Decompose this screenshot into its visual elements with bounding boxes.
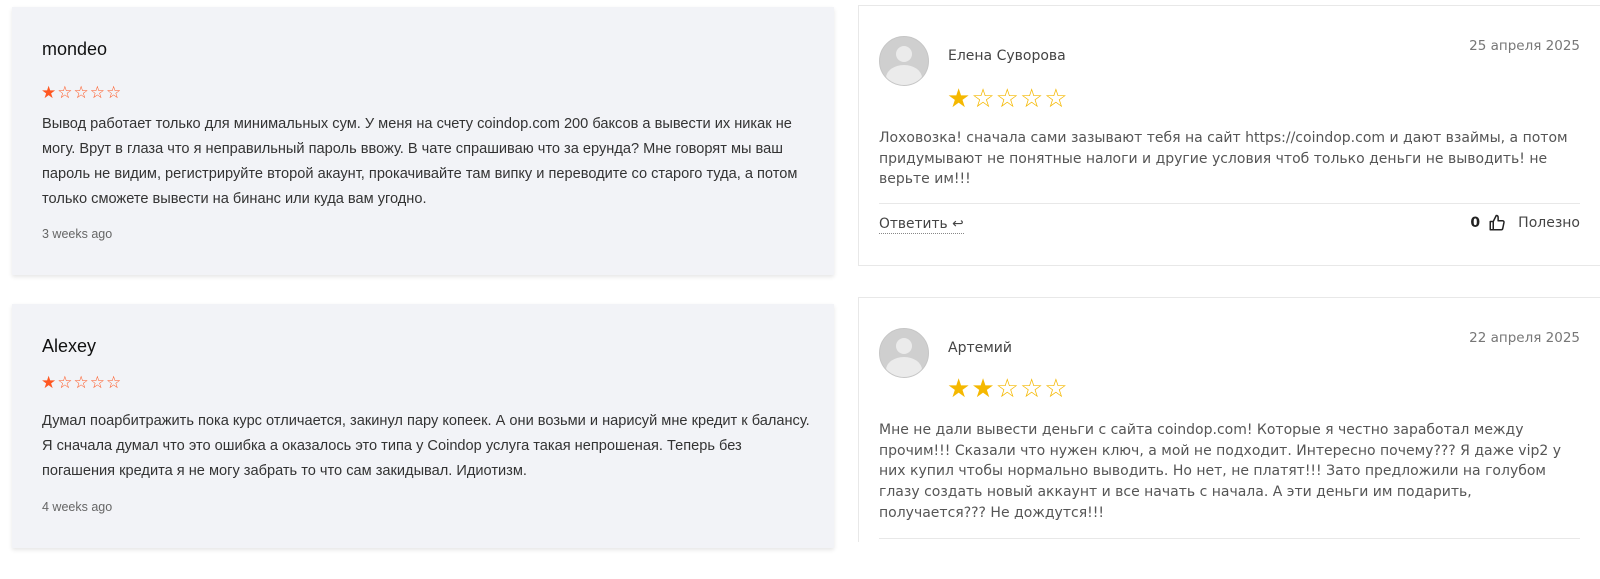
- divider: [879, 203, 1580, 204]
- star-empty-icon: ☆: [73, 373, 90, 392]
- star-empty-icon: ☆: [106, 373, 123, 392]
- review-date: 4 weeks ago: [42, 500, 113, 514]
- review-author: mondeo: [42, 39, 108, 59]
- star-rating: ★☆☆☆☆: [41, 374, 122, 391]
- review-author: Alexey: [42, 336, 97, 356]
- star-filled-icon: ★: [947, 84, 972, 114]
- star-empty-icon: ☆: [995, 374, 1020, 404]
- review-card-artemiy: Артемий 22 апреля 2025 ★★☆☆☆ Мне не дали…: [858, 297, 1600, 542]
- reply-button[interactable]: Ответить ↩: [879, 216, 964, 234]
- review-text: Лоховозка! сначала сами зазывают тебя на…: [879, 130, 1568, 188]
- review-text: Мне не дали вывести деньги с сайта coind…: [879, 422, 1562, 521]
- star-empty-icon: ☆: [971, 84, 996, 114]
- review-card-mondeo: mondeo ★☆☆☆☆ Вывод работает только для м…: [12, 7, 834, 275]
- star-empty-icon: ☆: [995, 84, 1020, 114]
- thumbs-up-icon[interactable]: [1488, 214, 1506, 232]
- star-filled-icon: ★: [971, 374, 996, 404]
- reply-arrow-icon: ↩: [952, 216, 964, 232]
- star-filled-icon: ★: [947, 374, 972, 404]
- star-empty-icon: ☆: [89, 373, 106, 392]
- star-empty-icon: ☆: [73, 83, 90, 102]
- review-card-elena: Елена Суворова 25 апреля 2025 ★☆☆☆☆ Лохо…: [858, 5, 1600, 266]
- review-text: Думал поарбитражить пока курс отличается…: [42, 413, 810, 479]
- review-card-alexey: Alexey ★☆☆☆☆ Думал поарбитражить пока ку…: [12, 304, 834, 548]
- star-empty-icon: ☆: [57, 83, 74, 102]
- user-avatar-icon: [879, 328, 929, 378]
- review-date: 25 апреля 2025: [1469, 38, 1580, 54]
- star-empty-icon: ☆: [106, 83, 123, 102]
- star-rating: ★★☆☆☆: [947, 376, 1069, 402]
- star-filled-icon: ★: [41, 83, 58, 102]
- divider: [879, 538, 1580, 539]
- useful-count: 0: [1470, 215, 1481, 231]
- review-date: 3 weeks ago: [42, 227, 113, 241]
- star-empty-icon: ☆: [89, 83, 106, 102]
- useful-label[interactable]: Полезно: [1518, 215, 1580, 231]
- star-empty-icon: ☆: [1019, 374, 1045, 404]
- useful-vote: 0 Полезно: [1470, 214, 1580, 232]
- star-rating: ★☆☆☆☆: [947, 86, 1069, 112]
- user-avatar-icon: [879, 36, 929, 86]
- review-text: Вывод работает только для минимальных су…: [42, 116, 798, 207]
- reply-label: Ответить: [879, 216, 948, 232]
- review-author: Артемий: [948, 340, 1012, 356]
- star-empty-icon: ☆: [57, 373, 74, 392]
- review-author: Елена Суворова: [948, 48, 1066, 64]
- star-rating: ★☆☆☆☆: [41, 84, 122, 101]
- star-empty-icon: ☆: [1019, 84, 1045, 114]
- star-filled-icon: ★: [41, 373, 58, 392]
- star-empty-icon: ☆: [1044, 374, 1069, 404]
- review-date: 22 апреля 2025: [1469, 330, 1580, 346]
- star-empty-icon: ☆: [1044, 84, 1069, 114]
